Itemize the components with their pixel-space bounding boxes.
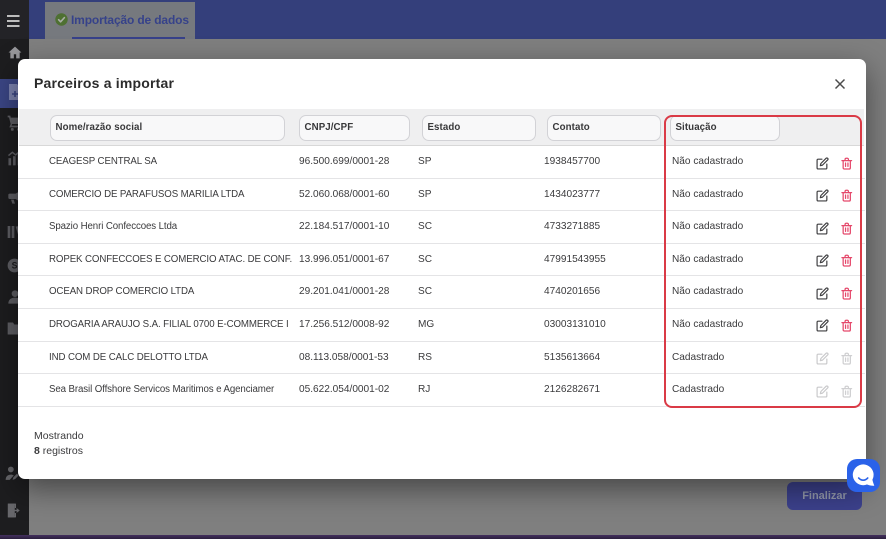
svg-text:S: S: [12, 261, 18, 271]
